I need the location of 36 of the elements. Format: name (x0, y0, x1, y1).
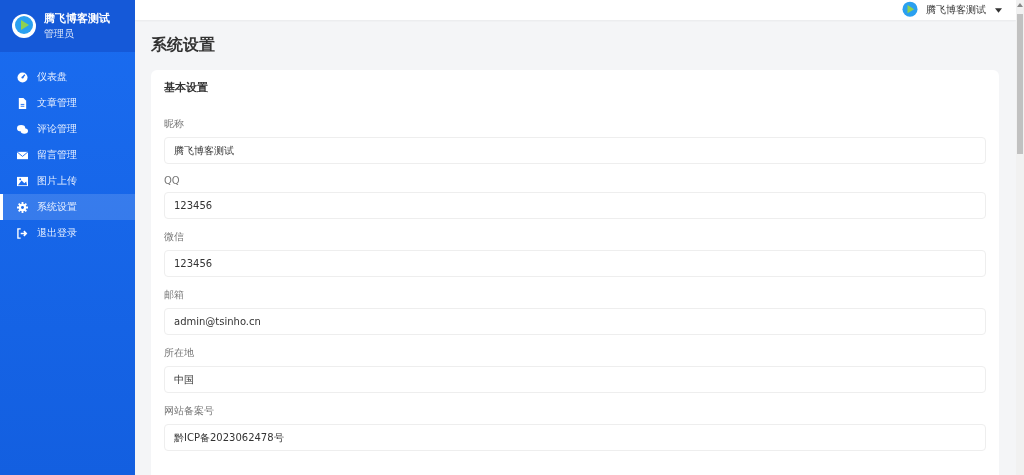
page-title: 系统设置 (151, 35, 216, 56)
field-label: 邮箱 (164, 288, 185, 302)
card-title: 基本设置 (164, 80, 209, 95)
envelope-icon (17, 149, 28, 161)
caret-icon[interactable] (995, 7, 1002, 13)
chat-icon (17, 123, 28, 135)
input-field[interactable]: 黔ICP备2023062478号 (164, 424, 986, 451)
sidebar-item[interactable]: 图片上传 (0, 168, 135, 194)
brand-title: 腾飞博客测试 (44, 11, 110, 26)
input-field[interactable]: admin@tsinho.cn (164, 308, 986, 335)
sidebar-item[interactable]: 系统设置 (0, 194, 135, 220)
sidebar-item[interactable]: 退出登录 (0, 220, 135, 246)
field-label: 微信 (164, 230, 185, 244)
input-field[interactable]: 中国 (164, 366, 986, 393)
scroll-up-icon[interactable] (1017, 2, 1023, 8)
field-label: 昵称 (164, 117, 185, 131)
sidebar-item[interactable]: 仪表盘 (0, 64, 135, 90)
field-label: QQ (164, 175, 181, 186)
sidebar-item[interactable]: 文章管理 (0, 90, 135, 116)
gauge-icon (17, 71, 28, 83)
user-name[interactable]: 腾飞博客测试 (926, 3, 986, 17)
image-icon (17, 175, 28, 187)
user-role: 管理员 (44, 27, 75, 41)
scrollbar-thumb[interactable] (1017, 14, 1023, 154)
logout-icon (17, 227, 28, 239)
avatar-icon[interactable] (900, 0, 920, 20)
input-field[interactable]: 123456 (164, 250, 986, 277)
field-label: 所在地 (164, 346, 195, 360)
input-field[interactable]: 123456 (164, 192, 986, 219)
document-icon (17, 97, 28, 109)
field-label: 网站备案号 (164, 404, 215, 418)
sidebar-item[interactable]: 留言管理 (0, 142, 135, 168)
input-field[interactable]: 腾飞博客测试 (164, 137, 986, 164)
logo-icon (12, 14, 36, 38)
sidebar-item[interactable]: 评论管理 (0, 116, 135, 142)
gear-icon (17, 201, 28, 213)
